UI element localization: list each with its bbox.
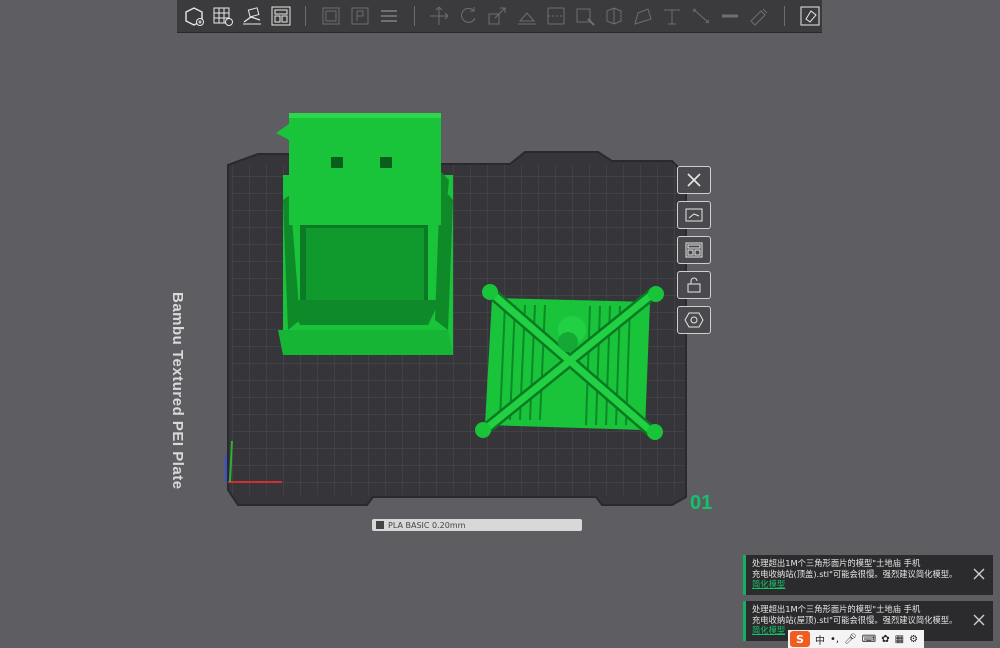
filament-icon xyxy=(376,521,384,529)
arrange-plate-button[interactable] xyxy=(677,236,711,264)
add-object-icon[interactable] xyxy=(181,3,206,29)
notification-line1: 处理超出1M个三角形面片的模型"土地庙 手机 xyxy=(752,558,921,568)
plate-badge-text: PLA BASIC 0.20mm xyxy=(388,520,466,530)
close-icon[interactable] xyxy=(971,612,987,628)
plate-settings-button[interactable] xyxy=(677,306,711,334)
auto-orient-icon[interactable] xyxy=(239,3,264,29)
rotate-icon[interactable] xyxy=(456,3,481,29)
split-objects-icon[interactable] xyxy=(318,3,343,29)
microphone-icon[interactable]: 🎤︎ xyxy=(844,634,857,645)
cut-icon[interactable] xyxy=(543,3,568,29)
toolbox-icon[interactable]: ▦ xyxy=(895,634,904,645)
scale-icon[interactable] xyxy=(485,3,510,29)
view-icon[interactable] xyxy=(797,3,822,29)
notification-simplify-1: 处理超出1M个三角形面片的模型"土地庙 手机 充电收纳站(顶盖).stl"可能会… xyxy=(743,555,993,595)
assemble-icon[interactable] xyxy=(718,3,743,29)
ime-punctuation-toggle[interactable]: •, xyxy=(830,634,839,645)
color-paint-icon[interactable] xyxy=(630,3,655,29)
toolbar-divider xyxy=(784,6,785,26)
arrange-icon[interactable] xyxy=(268,3,293,29)
plate-side-tools xyxy=(677,166,713,334)
ime-mode-toggle[interactable]: 中 xyxy=(815,632,825,647)
layers-icon[interactable] xyxy=(377,3,402,29)
ime-logo[interactable]: S xyxy=(790,631,810,647)
model-box-lid[interactable] xyxy=(276,113,453,355)
plate-settings-icon xyxy=(684,312,704,328)
move-icon[interactable] xyxy=(427,3,452,29)
top-toolbar xyxy=(177,0,822,33)
gear-icon[interactable]: ⚙︎ xyxy=(909,634,918,645)
text-icon[interactable] xyxy=(689,3,714,29)
close-plate-icon xyxy=(687,173,701,187)
keyboard-icon[interactable]: ⌨︎ xyxy=(862,634,876,645)
ime-toolbar: S 中 •, 🎤︎ ⌨︎ ✿ ▦ ⚙︎ xyxy=(788,630,924,648)
notification-line2: 充电收纳站(顶盖).stl"可能会很慢。强烈建议简化模型。 xyxy=(752,568,958,579)
plate-info-badge: PLA BASIC 0.20mm xyxy=(372,519,582,531)
skin-icon[interactable]: ✿ xyxy=(881,634,889,645)
grid-plate-icon[interactable] xyxy=(210,3,235,29)
split-parts-icon[interactable] xyxy=(348,3,373,29)
notification-line1: 处理超出1M个三角形面片的模型"土地庙 手机 xyxy=(752,604,921,614)
auto-orient-plate-button[interactable] xyxy=(677,201,711,229)
toolbar-divider xyxy=(413,6,415,26)
auto-orient-plate-icon xyxy=(685,208,703,222)
variable-layer-icon[interactable] xyxy=(747,3,772,29)
simplify-model-link[interactable]: 简化模型 xyxy=(752,579,987,590)
lock-plate-icon xyxy=(687,277,701,293)
close-plate-button[interactable] xyxy=(677,166,711,194)
arrange-plate-icon xyxy=(685,242,703,258)
plate-number[interactable]: 01 xyxy=(690,492,712,515)
support-paint-icon[interactable] xyxy=(572,3,597,29)
notification-line2: 充电收纳站(屋顶).stl"可能会很慢。强烈建议简化模型。 xyxy=(752,614,958,625)
measure-icon[interactable] xyxy=(660,3,685,29)
toolbar-divider xyxy=(305,6,307,26)
lock-plate-button[interactable] xyxy=(677,271,711,299)
seam-paint-icon[interactable] xyxy=(601,3,626,29)
close-icon[interactable] xyxy=(971,566,987,582)
model-roof[interactable] xyxy=(475,284,664,440)
plate-label: Bambu Textured PEI Plate xyxy=(169,292,186,490)
lay-on-face-icon[interactable] xyxy=(514,3,539,29)
